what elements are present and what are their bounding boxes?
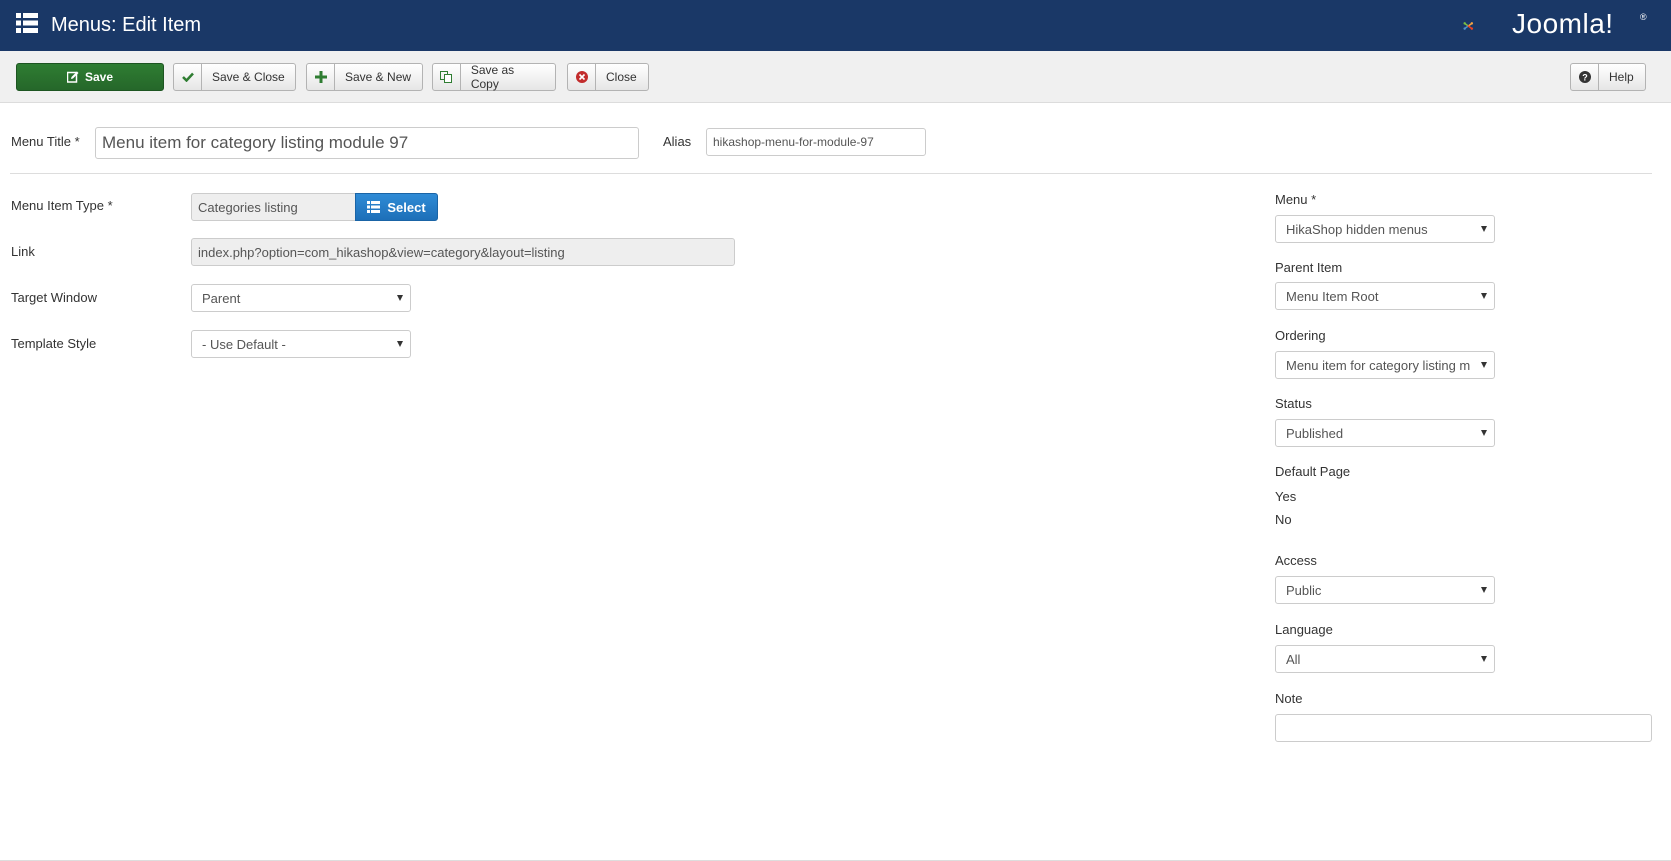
joomla-logo-icon[interactable] bbox=[1463, 6, 1507, 46]
menu-item-type-label: Menu Item Type * bbox=[11, 198, 113, 213]
toolbar: Save Save & Close Save & New Save as Cop… bbox=[0, 51, 1671, 103]
parent-item-value: Menu Item Root bbox=[1286, 288, 1379, 304]
close-button[interactable]: Close bbox=[567, 63, 649, 91]
access-value: Public bbox=[1286, 582, 1322, 598]
link-field: index.php?option=com_hikashop&view=categ… bbox=[191, 238, 735, 266]
save-new-button[interactable]: Save & New bbox=[306, 63, 423, 91]
close-icon bbox=[568, 64, 596, 90]
plus-icon bbox=[307, 64, 335, 90]
question-icon: ? bbox=[1571, 64, 1599, 90]
registered-mark: ® bbox=[1640, 12, 1647, 22]
status-label: Status bbox=[1275, 396, 1312, 411]
caret-down-icon bbox=[1481, 430, 1487, 436]
menu-item-type-field: Categories listing bbox=[191, 193, 356, 221]
caret-down-icon bbox=[1481, 226, 1487, 232]
ordering-label: Ordering bbox=[1275, 328, 1326, 343]
access-label: Access bbox=[1275, 553, 1317, 568]
link-label: Link bbox=[11, 244, 35, 259]
ordering-value: Menu item for category listing m bbox=[1286, 357, 1470, 373]
template-style-select[interactable]: - Use Default - bbox=[191, 330, 411, 358]
menu-title-label: Menu Title * bbox=[11, 134, 80, 149]
joomla-logo-text: Joomla! bbox=[1512, 8, 1614, 39]
caret-down-icon bbox=[1481, 362, 1487, 368]
list-icon bbox=[367, 201, 381, 213]
caret-down-icon bbox=[1481, 587, 1487, 593]
caret-down-icon bbox=[397, 295, 403, 301]
menu-title-input[interactable]: Menu item for category listing module 97 bbox=[95, 127, 639, 159]
target-window-select[interactable]: Parent bbox=[191, 284, 411, 312]
template-style-value: - Use Default - bbox=[202, 336, 286, 352]
language-value: All bbox=[1286, 651, 1301, 667]
target-window-label: Target Window bbox=[11, 290, 97, 305]
help-button[interactable]: ? Help bbox=[1570, 63, 1646, 91]
language-label: Language bbox=[1275, 622, 1333, 637]
default-page-yes-option[interactable]: Yes bbox=[1275, 489, 1296, 505]
status-select[interactable]: Published bbox=[1275, 419, 1495, 447]
default-page-no-option[interactable]: No bbox=[1275, 512, 1292, 528]
status-value: Published bbox=[1286, 425, 1344, 441]
caret-down-icon bbox=[1481, 656, 1487, 662]
save-label: Save bbox=[84, 70, 114, 84]
app-header: Menus: Edit Item Joomla! ® bbox=[0, 0, 1671, 51]
svg-text:?: ? bbox=[1582, 73, 1588, 83]
help-label: Help bbox=[1609, 70, 1634, 84]
note-label: Note bbox=[1275, 691, 1303, 706]
default-page-label: Default Page bbox=[1275, 464, 1351, 479]
select-label: Select bbox=[387, 199, 426, 215]
template-style-label: Template Style bbox=[11, 336, 97, 351]
access-select[interactable]: Public bbox=[1275, 576, 1495, 604]
menu-select[interactable]: HikaShop hidden menus bbox=[1275, 215, 1495, 243]
language-select[interactable]: All bbox=[1275, 645, 1495, 673]
note-input[interactable] bbox=[1275, 714, 1652, 742]
alias-label: Alias bbox=[663, 134, 692, 149]
caret-down-icon bbox=[1481, 293, 1487, 299]
save-button[interactable]: Save bbox=[16, 63, 164, 91]
copy-icon bbox=[433, 64, 461, 90]
ordering-select[interactable]: Menu item for category listing m bbox=[1275, 351, 1495, 379]
menu-value: HikaShop hidden menus bbox=[1286, 221, 1428, 237]
edit-icon bbox=[66, 71, 79, 83]
form-divider bbox=[10, 173, 1652, 174]
target-window-value: Parent bbox=[202, 290, 241, 306]
close-label: Close bbox=[606, 70, 637, 84]
parent-item-select[interactable]: Menu Item Root bbox=[1275, 282, 1495, 310]
save-new-label: Save & New bbox=[345, 70, 412, 84]
check-icon bbox=[174, 64, 202, 90]
caret-down-icon bbox=[397, 341, 403, 347]
save-as-copy-label: Save as Copy bbox=[470, 63, 515, 91]
parent-item-label: Parent Item bbox=[1275, 260, 1343, 275]
save-close-label: Save & Close bbox=[212, 70, 285, 84]
save-close-button[interactable]: Save & Close bbox=[173, 63, 296, 91]
menu-label: Menu * bbox=[1275, 192, 1317, 207]
save-as-copy-button[interactable]: Save as Copy bbox=[432, 63, 556, 91]
select-menu-item-type-button[interactable]: Select bbox=[355, 193, 438, 221]
alias-input[interactable]: hikashop-menu-for-module-97 bbox=[706, 128, 926, 156]
page-title: Menus: Edit Item bbox=[51, 14, 202, 36]
menu-list-icon[interactable] bbox=[16, 12, 38, 34]
